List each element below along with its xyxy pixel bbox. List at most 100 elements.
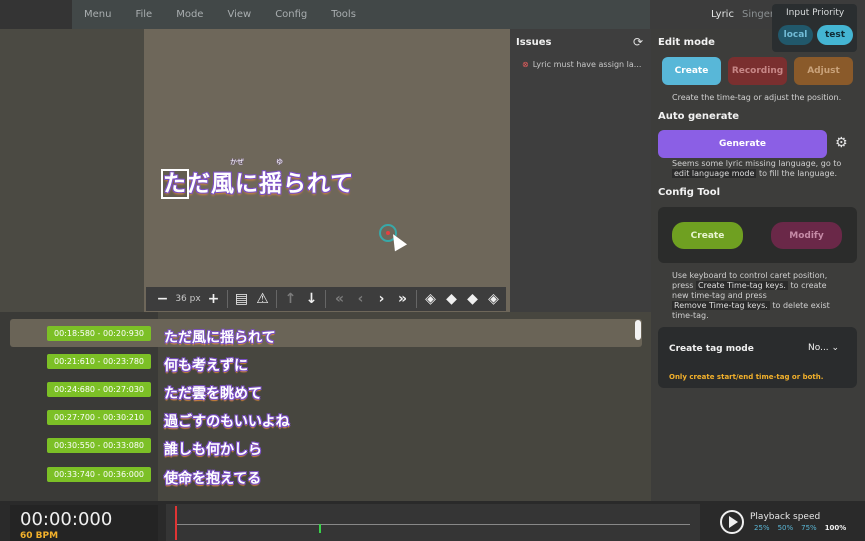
- lyric-row-text[interactable]: 何も考えずに: [164, 355, 248, 375]
- auto-desc-line2: edit language mode to fill the language.: [672, 169, 841, 179]
- menu-item-config[interactable]: Config: [275, 9, 307, 20]
- issues-panel: Issues ⟳ ⊗ Lyric must have assign la...: [510, 29, 651, 312]
- issue-item[interactable]: ⊗ Lyric must have assign la...: [522, 60, 650, 69]
- arrow-down-icon[interactable]: ↓: [301, 291, 322, 307]
- font-size-value: 36 px: [175, 294, 201, 304]
- config-desc-line3: new time-tag and press: [672, 291, 767, 300]
- mode-create-button[interactable]: Create: [662, 57, 721, 85]
- speed-25[interactable]: 25%: [754, 524, 770, 532]
- time-tag-chip[interactable]: 00:18:580 - 00:20:930: [47, 326, 151, 341]
- auto-desc-line1: Seems some lyric missing language, go to: [672, 159, 842, 168]
- tab-lyric[interactable]: Lyric: [711, 9, 734, 20]
- config-desc-line4: Remove Time-tag keys. to delete exist: [672, 301, 830, 311]
- menu-bar: Menu File Mode View Config Tools Lyric S…: [0, 0, 865, 29]
- left-strip: [0, 29, 144, 312]
- timeline[interactable]: [166, 504, 700, 541]
- config-tool-box: Create Modify: [658, 207, 857, 263]
- gear-icon[interactable]: ⚙: [835, 135, 848, 151]
- scrollbar-thumb[interactable]: [635, 320, 641, 340]
- chevron-left-icon[interactable]: ‹: [350, 291, 371, 307]
- settings-panel: Edit mode Create Recording Adjust Create…: [651, 29, 865, 501]
- lyric-row-text[interactable]: ただ風に揺られて: [164, 327, 276, 347]
- current-time: 00:00:000: [20, 509, 113, 530]
- speed-50[interactable]: 50%: [778, 524, 794, 532]
- eraser-icon[interactable]: ◈: [420, 291, 441, 307]
- create-tag-mode-hint: Only create start/end time-tag or both.: [669, 373, 824, 381]
- config-desc-line5: time-tag.: [672, 311, 709, 320]
- mode-adjust-button[interactable]: Adjust: [794, 57, 853, 85]
- config-desc-line2: press Create Time-tag keys. to create: [672, 281, 830, 291]
- lyric-editor[interactable]: かぜ ゆ ただ風に揺られて: [144, 29, 510, 312]
- menu-item-mode[interactable]: Mode: [176, 9, 203, 20]
- input-priority-popup: Input Priority local test: [772, 4, 857, 52]
- speed-100[interactable]: 100%: [825, 524, 847, 532]
- tag-icon[interactable]: ◆: [441, 291, 462, 307]
- chevron-down-icon: ⌄: [831, 343, 840, 353]
- lyric-row-text[interactable]: 誰しも何かしら: [164, 439, 262, 459]
- issue-text: Lyric must have assign la...: [532, 60, 642, 69]
- zoom-in-icon[interactable]: +: [203, 291, 224, 307]
- menu-item-view[interactable]: View: [227, 9, 251, 20]
- bpm-value: 60 BPM: [20, 531, 59, 541]
- remove-time-tag-keys[interactable]: Remove Time-tag keys.: [672, 301, 770, 310]
- play-icon[interactable]: [720, 510, 744, 534]
- config-desc-to-create: to create: [790, 281, 827, 290]
- time-tag-chip[interactable]: 00:30:550 - 00:33:080: [47, 438, 151, 453]
- config-desc-press: press: [672, 281, 694, 290]
- tag-alt-icon[interactable]: ◆: [462, 291, 483, 307]
- timeline-track: [176, 524, 690, 525]
- auto-generate-description: Seems some lyric missing language, go to…: [672, 159, 841, 179]
- text-caret: た: [161, 169, 189, 199]
- config-tool-title: Config Tool: [658, 187, 721, 198]
- playback-speed-label: Playback speed: [750, 512, 821, 522]
- create-tag-mode-box: Create tag mode No... ⌄ Only create star…: [658, 327, 857, 388]
- edit-language-link[interactable]: edit language mode: [672, 169, 757, 178]
- time-tag-chip[interactable]: 00:24:680 - 00:27:030: [47, 382, 151, 397]
- editor-lyric-text[interactable]: ただ風に揺られて: [161, 164, 355, 199]
- eraser-alt-icon[interactable]: ◈: [483, 291, 504, 307]
- config-modify-button[interactable]: Modify: [771, 222, 842, 249]
- lyric-row-text[interactable]: 使命を抱えてる: [164, 468, 261, 488]
- zoom-out-icon[interactable]: −: [152, 291, 173, 307]
- error-icon: ⊗: [522, 60, 529, 69]
- playback-bar: 00:00:000 60 BPM Playback speed 25% 50% …: [0, 501, 865, 541]
- playhead[interactable]: [175, 506, 177, 540]
- double-left-icon[interactable]: «: [329, 291, 350, 307]
- menu-item-menu[interactable]: Menu: [84, 9, 111, 20]
- refresh-icon[interactable]: ⟳: [633, 35, 643, 49]
- config-description: Use keyboard to control caret position, …: [672, 271, 830, 321]
- time-tag-chip[interactable]: 00:21:610 - 00:23:780: [47, 354, 151, 369]
- lyric-list: 00:18:580 - 00:20:930 ただ風に揺られて 00:21:610…: [0, 312, 651, 501]
- time-tag-chip[interactable]: 00:27:700 - 00:30:210: [47, 410, 151, 425]
- editor-lyric-rest: だ風に揺られて: [187, 171, 355, 197]
- speed-75[interactable]: 75%: [801, 524, 817, 532]
- tab-singer[interactable]: Singer: [742, 9, 774, 20]
- file-icon[interactable]: ▤: [231, 291, 252, 307]
- timeline-marker: [319, 524, 321, 533]
- create-tag-mode-select[interactable]: No... ⌄: [808, 343, 839, 353]
- edit-mode-description: Create the time-tag or adjust the positi…: [672, 93, 842, 102]
- create-time-tag-keys[interactable]: Create Time-tag keys.: [696, 281, 788, 290]
- warning-icon[interactable]: ⚠: [252, 291, 273, 307]
- issues-title: Issues: [516, 37, 552, 48]
- lyric-row-text[interactable]: ただ雲を眺めて: [164, 383, 262, 403]
- config-create-button[interactable]: Create: [672, 222, 743, 249]
- time-tag-chip[interactable]: 00:33:740 - 00:36:000: [47, 467, 151, 482]
- mode-recording-button[interactable]: Recording: [728, 57, 787, 85]
- menu-item-tools[interactable]: Tools: [331, 9, 356, 20]
- playback-speed-options: 25% 50% 75% 100%: [754, 524, 846, 532]
- arrow-up-icon[interactable]: ↑: [280, 291, 301, 307]
- menu-item-file[interactable]: File: [135, 9, 152, 20]
- double-right-icon[interactable]: »: [392, 291, 413, 307]
- priority-local-button[interactable]: local: [778, 25, 813, 45]
- auto-generate-title: Auto generate: [658, 111, 740, 122]
- config-desc-line1: Use keyboard to control caret position,: [672, 271, 828, 280]
- chevron-right-icon[interactable]: ›: [371, 291, 392, 307]
- editor-toolbar: − 36 px + ▤ ⚠ ↑ ↓ « ‹ › » ◈ ◆ ◆ ◈: [146, 287, 506, 311]
- generate-button[interactable]: Generate: [658, 130, 827, 158]
- priority-test-button[interactable]: test: [817, 25, 853, 45]
- lyric-row-text[interactable]: 過ごすのもいいよね: [164, 411, 290, 431]
- auto-desc-line2-text: to fill the language.: [758, 169, 837, 178]
- create-tag-mode-label: Create tag mode: [669, 344, 754, 354]
- edit-mode-title: Edit mode: [658, 37, 715, 48]
